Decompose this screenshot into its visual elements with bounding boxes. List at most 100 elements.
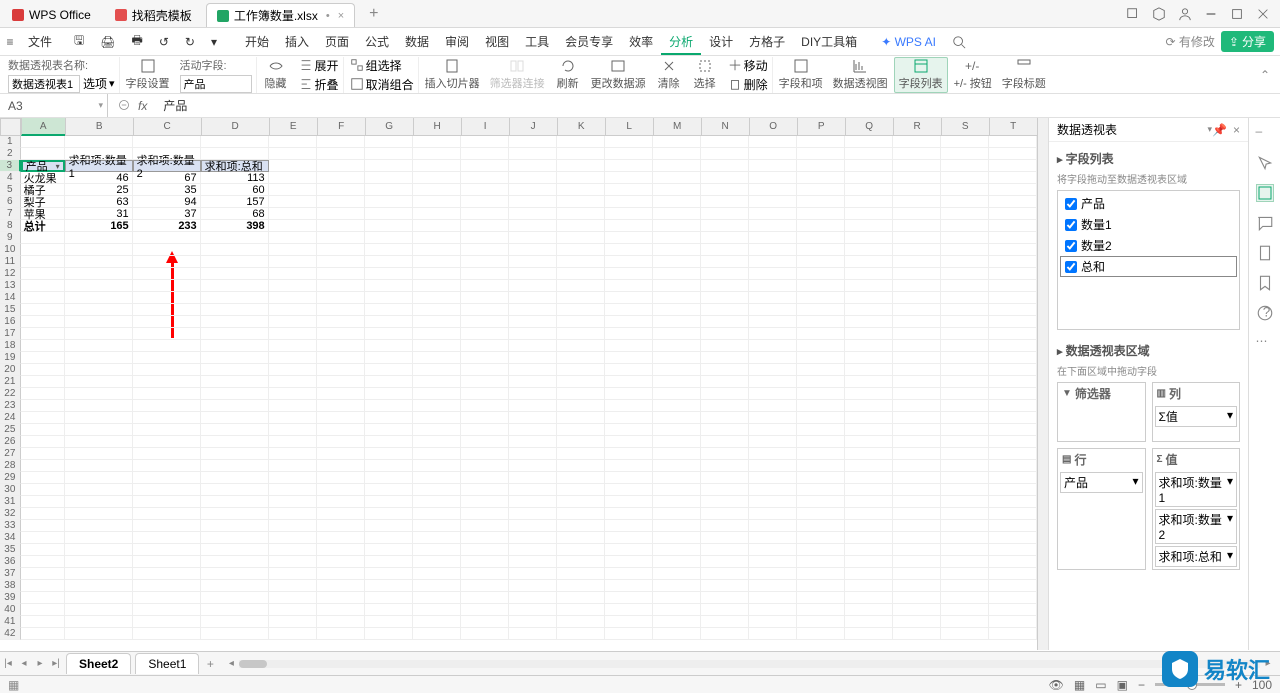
cell[interactable]: [413, 232, 461, 244]
cell[interactable]: [413, 580, 461, 592]
cell[interactable]: [605, 136, 653, 148]
cell[interactable]: [893, 340, 941, 352]
view-page-icon[interactable]: ▭: [1095, 678, 1106, 692]
cell[interactable]: [509, 172, 557, 184]
cell[interactable]: 35: [133, 184, 201, 196]
cell[interactable]: [509, 328, 557, 340]
cell[interactable]: [941, 160, 989, 172]
cell[interactable]: [317, 292, 365, 304]
options-button[interactable]: 选项▾: [83, 75, 115, 93]
row-header[interactable]: 17: [0, 328, 21, 340]
cell[interactable]: [701, 208, 749, 220]
cell[interactable]: [557, 532, 605, 544]
cell[interactable]: [21, 244, 65, 256]
cell[interactable]: [461, 196, 509, 208]
row-header[interactable]: 27: [0, 448, 21, 460]
cell[interactable]: [461, 628, 509, 640]
cell[interactable]: [269, 244, 317, 256]
cell[interactable]: [365, 256, 413, 268]
cell[interactable]: [653, 532, 701, 544]
cell[interactable]: [201, 364, 269, 376]
hide-button[interactable]: 隐藏: [259, 57, 293, 93]
cell[interactable]: [749, 148, 797, 160]
cell[interactable]: [65, 316, 133, 328]
cell[interactable]: [797, 436, 845, 448]
cell[interactable]: [557, 436, 605, 448]
row-header[interactable]: 8: [0, 220, 21, 232]
new-tab-button[interactable]: +: [363, 5, 384, 23]
sheet-next-icon[interactable]: ▸: [32, 658, 48, 669]
cell[interactable]: [941, 556, 989, 568]
cell[interactable]: [317, 460, 365, 472]
cell[interactable]: [509, 160, 557, 172]
cell[interactable]: [989, 292, 1037, 304]
cell[interactable]: [269, 460, 317, 472]
share-button[interactable]: ⇪ 分享: [1221, 31, 1274, 52]
cube-icon[interactable]: [1152, 7, 1166, 21]
cell[interactable]: [653, 616, 701, 628]
row-header[interactable]: 5: [0, 184, 21, 196]
cell[interactable]: [133, 148, 201, 160]
cell[interactable]: [269, 556, 317, 568]
cell[interactable]: [557, 460, 605, 472]
cell[interactable]: [365, 484, 413, 496]
cell[interactable]: [201, 616, 269, 628]
cell[interactable]: [797, 292, 845, 304]
cell[interactable]: [989, 592, 1037, 604]
cell[interactable]: [413, 412, 461, 424]
cell[interactable]: [845, 268, 893, 280]
cell[interactable]: [605, 424, 653, 436]
cell[interactable]: [317, 400, 365, 412]
cell[interactable]: [845, 208, 893, 220]
cell[interactable]: [893, 508, 941, 520]
sheet-last-icon[interactable]: ▸|: [48, 658, 64, 669]
cell[interactable]: [133, 424, 201, 436]
cell[interactable]: [133, 628, 201, 640]
cell[interactable]: [845, 220, 893, 232]
cell[interactable]: [893, 316, 941, 328]
cell[interactable]: [653, 352, 701, 364]
cell[interactable]: [653, 436, 701, 448]
cell[interactable]: [461, 328, 509, 340]
field-checkbox[interactable]: [1065, 261, 1077, 273]
cell[interactable]: [845, 136, 893, 148]
cell[interactable]: [605, 340, 653, 352]
cell[interactable]: [21, 568, 65, 580]
cell[interactable]: [653, 544, 701, 556]
cell[interactable]: [701, 172, 749, 184]
cell[interactable]: [269, 604, 317, 616]
cell[interactable]: [749, 364, 797, 376]
cell[interactable]: [653, 556, 701, 568]
cell[interactable]: [269, 304, 317, 316]
cell[interactable]: [557, 208, 605, 220]
menu-方格子[interactable]: 方格子: [741, 35, 793, 49]
cell[interactable]: [749, 304, 797, 316]
row-header[interactable]: 35: [0, 544, 21, 556]
cell[interactable]: [989, 172, 1037, 184]
cell[interactable]: [317, 628, 365, 640]
cell[interactable]: [845, 184, 893, 196]
row-header[interactable]: 19: [0, 352, 21, 364]
cell[interactable]: [605, 208, 653, 220]
cell[interactable]: [201, 316, 269, 328]
cell[interactable]: [317, 496, 365, 508]
cell[interactable]: [605, 328, 653, 340]
cell[interactable]: [269, 472, 317, 484]
cell[interactable]: [65, 472, 133, 484]
cell[interactable]: [845, 448, 893, 460]
cell[interactable]: [749, 160, 797, 172]
cell[interactable]: [133, 328, 201, 340]
cell[interactable]: 113: [201, 172, 269, 184]
col-header[interactable]: Q: [845, 118, 893, 136]
cell[interactable]: [365, 148, 413, 160]
cell[interactable]: [701, 220, 749, 232]
cell[interactable]: [557, 592, 605, 604]
cell[interactable]: [65, 340, 133, 352]
cell[interactable]: [941, 532, 989, 544]
cell[interactable]: [317, 616, 365, 628]
cell[interactable]: [989, 472, 1037, 484]
cell[interactable]: [941, 460, 989, 472]
cell[interactable]: [413, 196, 461, 208]
cell[interactable]: [365, 316, 413, 328]
col-header[interactable]: O: [749, 118, 797, 136]
